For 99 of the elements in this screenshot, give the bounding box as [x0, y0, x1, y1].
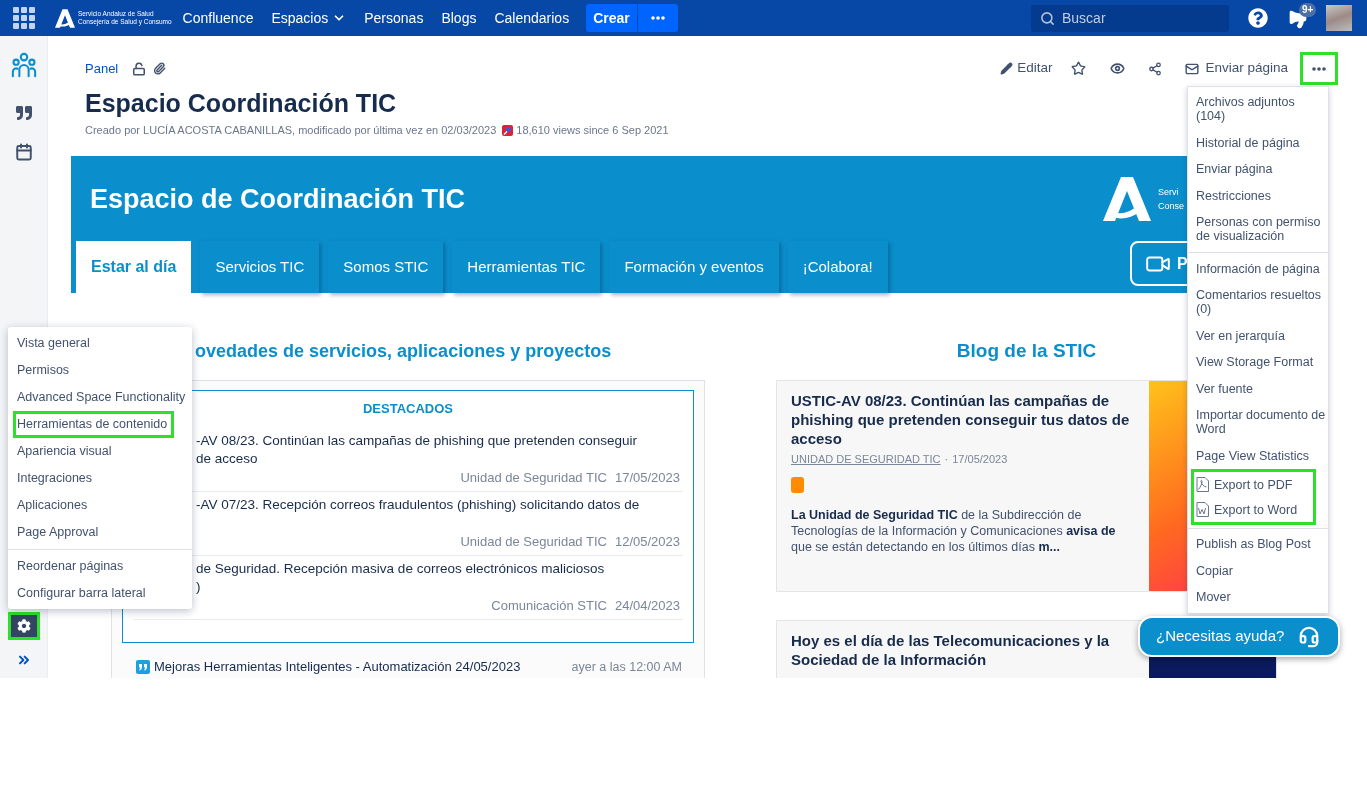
edit-button[interactable]: Editar: [997, 53, 1056, 84]
news-source: Unidad de Seguridad TIC: [460, 534, 607, 550]
nav-link[interactable]: Espacios: [262, 0, 356, 36]
menu-item[interactable]: Export to Word: [1196, 497, 1313, 522]
search-field[interactable]: Buscar: [1031, 4, 1229, 32]
quote-icon[interactable]: [15, 105, 32, 121]
menu-item[interactable]: Historial de página: [1196, 129, 1326, 156]
separator: ·: [944, 452, 949, 467]
blog-post-title[interactable]: Hoy es el día de las Telecomunicaciones y la Sociedad de la Información: [791, 631, 1137, 669]
nav-link[interactable]: Calendarios: [485, 0, 579, 36]
blog-post-title[interactable]: USTIC-AV 08/23. Continúan las campañas de phishing que pretenden conseguir tus datos de acceso: [791, 391, 1137, 448]
author-link[interactable]: UNIDAD DE SEGURIDAD TIC: [791, 451, 941, 467]
eye-icon: [1109, 61, 1125, 76]
logo-text: Servi: [1158, 185, 1180, 199]
news-date: 17/05/2023: [614, 470, 680, 486]
menu-item[interactable]: Reordenar páginas: [13, 552, 131, 580]
news-time: ayer a las 12:00 AM: [571, 659, 682, 676]
app-switcher-icon[interactable]: [13, 7, 35, 29]
statistics-icon: [502, 124, 514, 136]
help-chat-button[interactable]: ¿Necesitas ayuda?: [1138, 616, 1340, 657]
banner-tab[interactable]: Servicios TIC: [200, 241, 320, 293]
breadcrumb-link[interactable]: Panel: [85, 58, 119, 79]
menu-item[interactable]: Personas con permiso de visualización: [1196, 209, 1326, 250]
pdf-file-icon: [1196, 477, 1209, 492]
logo-icon: [1103, 175, 1151, 222]
news-link[interactable]: -AV 08/23. Continúan las campañas de phishing que pretenden conseguir: [196, 432, 638, 450]
menu-item[interactable]: Vista general: [13, 329, 97, 357]
menu-item[interactable]: Información de página: [1196, 255, 1326, 282]
menu-item[interactable]: Copiar: [1196, 557, 1326, 584]
help-icon[interactable]: [1248, 8, 1268, 28]
news-link[interactable]: -AV 07/23. Recepción correos fraudulentos (phishing) solicitando datos de: [196, 496, 640, 514]
create-button[interactable]: Crear: [586, 4, 637, 32]
menu-item[interactable]: Advanced Space Functionality: [13, 383, 193, 411]
banner-tab[interactable]: Estar al día: [76, 241, 192, 293]
menu-item[interactable]: Page View Statistics: [1196, 442, 1326, 469]
share-icon: [1148, 61, 1163, 76]
open-padlock-icon[interactable]: [132, 61, 147, 76]
menu-item[interactable]: Archivos adjuntos (104): [1196, 89, 1326, 130]
banner-tab[interactable]: Somos STIC: [328, 241, 444, 293]
post-date: 17/05/2023: [952, 452, 1008, 467]
banner-tab[interactable]: ¡Colabora!: [787, 241, 888, 293]
create-more-button[interactable]: [636, 4, 678, 32]
blog-post-excerpt: La Unidad de Seguridad TIC de la Subdirección de Tecnologías de la Información y Comunicaciones avisa de que se están detectando en los últimos días m...: [791, 507, 1117, 555]
news-link[interactable]: de acceso: [196, 450, 258, 468]
banner-title: Espacio de Coordinación TIC: [90, 182, 466, 216]
section-heading: ovedades de servicios, aplicaciones y proyectos: [195, 340, 612, 363]
more-icon: [650, 16, 665, 20]
news-link[interactable]: de Seguridad. Recepción masiva de correos electrónicos maliciosos: [196, 560, 605, 578]
menu-item[interactable]: Export to PDF: [1196, 472, 1313, 497]
menu-item[interactable]: Configurar barra lateral: [13, 579, 153, 607]
page-title: Espacio Coordinación TIC: [85, 88, 397, 118]
logo-text: Conse: [1158, 199, 1184, 213]
nav-link[interactable]: Personas: [355, 0, 433, 36]
nav-link[interactable]: Blogs: [432, 0, 486, 36]
featured-title: DESTACADOS: [362, 401, 453, 417]
word-file-icon: [1196, 502, 1209, 517]
mail-icon: [1185, 61, 1200, 76]
quote-icon: [136, 660, 150, 674]
section-heading: Blog de la STIC: [956, 339, 1097, 363]
more-actions-button[interactable]: [1300, 52, 1338, 85]
news-date: 12/05/2023: [614, 534, 680, 550]
menu-item[interactable]: Ver en jerarquía: [1196, 322, 1326, 349]
star-icon: [1070, 61, 1086, 76]
page-views: 18,610 views since 6 Sep 2021: [516, 123, 669, 137]
news-link[interactable]: Mejoras Herramientas Inteligentes - Automatización 24/05/2023: [154, 658, 521, 676]
menu-item[interactable]: Restricciones: [1196, 182, 1326, 209]
menu-item[interactable]: View Storage Format: [1196, 349, 1326, 376]
news-date: 24/04/2023: [614, 598, 680, 614]
menu-item[interactable]: Herramientas de contenido: [13, 410, 175, 438]
menu-item[interactable]: Permisos: [13, 356, 77, 384]
calendar-icon[interactable]: [14, 143, 33, 161]
more-icon: [1312, 66, 1326, 71]
settings-button[interactable]: [7, 612, 40, 640]
pencil-icon: [1000, 62, 1014, 75]
news-source: Comunicación STIC: [491, 598, 607, 614]
menu-item[interactable]: Aplicaciones: [13, 491, 95, 519]
search-icon: [1040, 10, 1055, 26]
logo-icon: [55, 8, 75, 28]
menu-item[interactable]: Importar documento de Word: [1196, 402, 1326, 443]
nav-link[interactable]: Confluence: [173, 0, 263, 36]
menu-item[interactable]: Integraciones: [13, 464, 100, 492]
menu-item[interactable]: Comentarios resueltos (0): [1196, 282, 1326, 323]
menu-item[interactable]: Publish as Blog Post: [1196, 531, 1326, 558]
notification-count: 9+: [1299, 3, 1317, 17]
menu-item[interactable]: Apariencia visual: [13, 437, 119, 465]
send-page-button[interactable]: Enviar página: [1182, 53, 1291, 84]
menu-item[interactable]: Mover: [1196, 584, 1326, 611]
banner-tab[interactable]: Formación y eventos: [609, 241, 779, 293]
paperclip-icon[interactable]: [153, 62, 167, 75]
page-byline: Creado por LUCÍA ACOSTA CABANILLAS, modificado por última vez en 02/03/2023: [85, 123, 497, 137]
headset-icon: [1298, 625, 1320, 648]
menu-item[interactable]: Enviar página: [1196, 156, 1326, 183]
settings-icon: [16, 619, 31, 633]
menu-item[interactable]: Ver fuente: [1196, 375, 1326, 402]
news-source: Unidad de Seguridad TIC: [460, 470, 607, 486]
menu-item[interactable]: Page Approval: [13, 518, 106, 546]
news-link[interactable]: ): [196, 578, 201, 596]
banner-tab[interactable]: Herramientas TIC: [452, 241, 601, 293]
people-icon[interactable]: [10, 52, 37, 78]
